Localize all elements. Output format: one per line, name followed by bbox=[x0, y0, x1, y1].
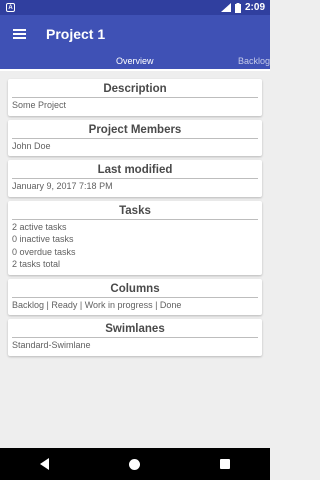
active-tasks: 2 active tasks bbox=[12, 221, 67, 232]
tab-indicator bbox=[0, 69, 270, 71]
columns-list: Backlog | Ready | Work in progress | Don… bbox=[12, 299, 182, 310]
tasks-card: Tasks 2 active tasks 0 inactive tasks 0 … bbox=[8, 200, 262, 275]
description-text: Some Project bbox=[12, 100, 67, 110]
overdue-tasks: 0 overdue tasks bbox=[12, 246, 76, 257]
app-bar: Project 1 bbox=[0, 15, 270, 53]
description-card: Description Some Project bbox=[8, 79, 262, 116]
card-title: Tasks bbox=[119, 204, 151, 217]
inactive-tasks: 0 inactive tasks bbox=[12, 234, 74, 244]
card-title: Columns bbox=[110, 282, 160, 295]
page-title: Project 1 bbox=[46, 26, 106, 42]
member-name: John Doe bbox=[12, 140, 51, 151]
total-tasks: 2 tasks total bbox=[12, 259, 61, 269]
swimlanes-list: Standard-Swimlane bbox=[12, 340, 91, 350]
status-bar: A 2:09 bbox=[0, 0, 270, 15]
last-modified-date: January 9, 2017 7:18 PM bbox=[12, 181, 113, 191]
card-title: Project Members bbox=[88, 123, 182, 136]
back-icon[interactable] bbox=[40, 458, 49, 470]
divider bbox=[12, 97, 258, 98]
columns-card: Columns Backlog | Ready | Work in progre… bbox=[8, 278, 262, 315]
members-card: Project Members John Doe bbox=[8, 119, 262, 156]
divider bbox=[12, 178, 258, 179]
recents-icon[interactable] bbox=[220, 459, 230, 469]
battery-icon bbox=[234, 2, 241, 13]
system-nav-bar bbox=[0, 448, 270, 480]
android-notification-icon: A bbox=[6, 3, 15, 12]
tab-bar: Overview Backlog bbox=[0, 53, 270, 71]
divider bbox=[12, 296, 258, 298]
divider bbox=[12, 137, 258, 139]
last-modified-card: Last modified January 9, 2017 7:18 PM bbox=[8, 160, 262, 197]
hamburger-menu-icon[interactable] bbox=[0, 15, 38, 53]
divider bbox=[12, 337, 258, 338]
overview-content: Description Some Project Project Members… bbox=[0, 71, 270, 356]
home-icon[interactable] bbox=[129, 458, 140, 470]
divider bbox=[12, 218, 258, 220]
cell-signal-icon bbox=[220, 3, 231, 12]
card-title: Last modified bbox=[97, 164, 173, 176]
swimlanes-card: Swimlanes Standard-Swimlane bbox=[8, 319, 262, 356]
card-title: Description bbox=[103, 83, 167, 95]
status-time: 2:09 bbox=[244, 2, 265, 13]
card-title: Swimlanes bbox=[105, 323, 165, 335]
